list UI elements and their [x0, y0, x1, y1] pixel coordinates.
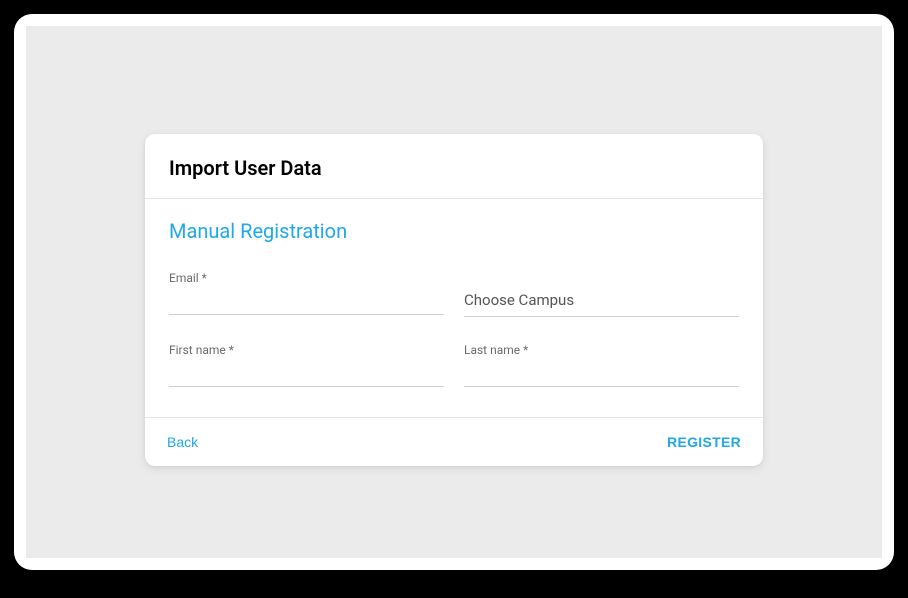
card-footer: Back REGISTER: [145, 417, 763, 466]
page-background: Import User Data Manual Registration Ema…: [26, 26, 882, 558]
email-field[interactable]: [169, 289, 444, 315]
email-label: Email *: [169, 271, 444, 285]
back-button[interactable]: Back: [167, 434, 198, 450]
card-header: Import User Data: [145, 134, 763, 199]
form-grid: Email * Choose Campus First name * Last …: [169, 271, 739, 387]
campus-select[interactable]: Choose Campus: [464, 287, 739, 317]
card-title: Import User Data: [169, 156, 739, 180]
last-name-label: Last name *: [464, 343, 739, 357]
email-field-wrapper: Email *: [169, 271, 444, 317]
first-name-field-wrapper: First name *: [169, 343, 444, 387]
outer-frame: Import User Data Manual Registration Ema…: [14, 14, 894, 570]
last-name-field-wrapper: Last name *: [464, 343, 739, 387]
first-name-field[interactable]: [169, 361, 444, 387]
campus-field-wrapper: Choose Campus: [464, 271, 739, 317]
card-body: Manual Registration Email * Choose Campu…: [145, 199, 763, 417]
section-title: Manual Registration: [169, 219, 739, 243]
first-name-label: First name *: [169, 343, 444, 357]
import-user-card: Import User Data Manual Registration Ema…: [145, 134, 763, 466]
register-button[interactable]: REGISTER: [667, 434, 741, 450]
last-name-field[interactable]: [464, 361, 739, 387]
